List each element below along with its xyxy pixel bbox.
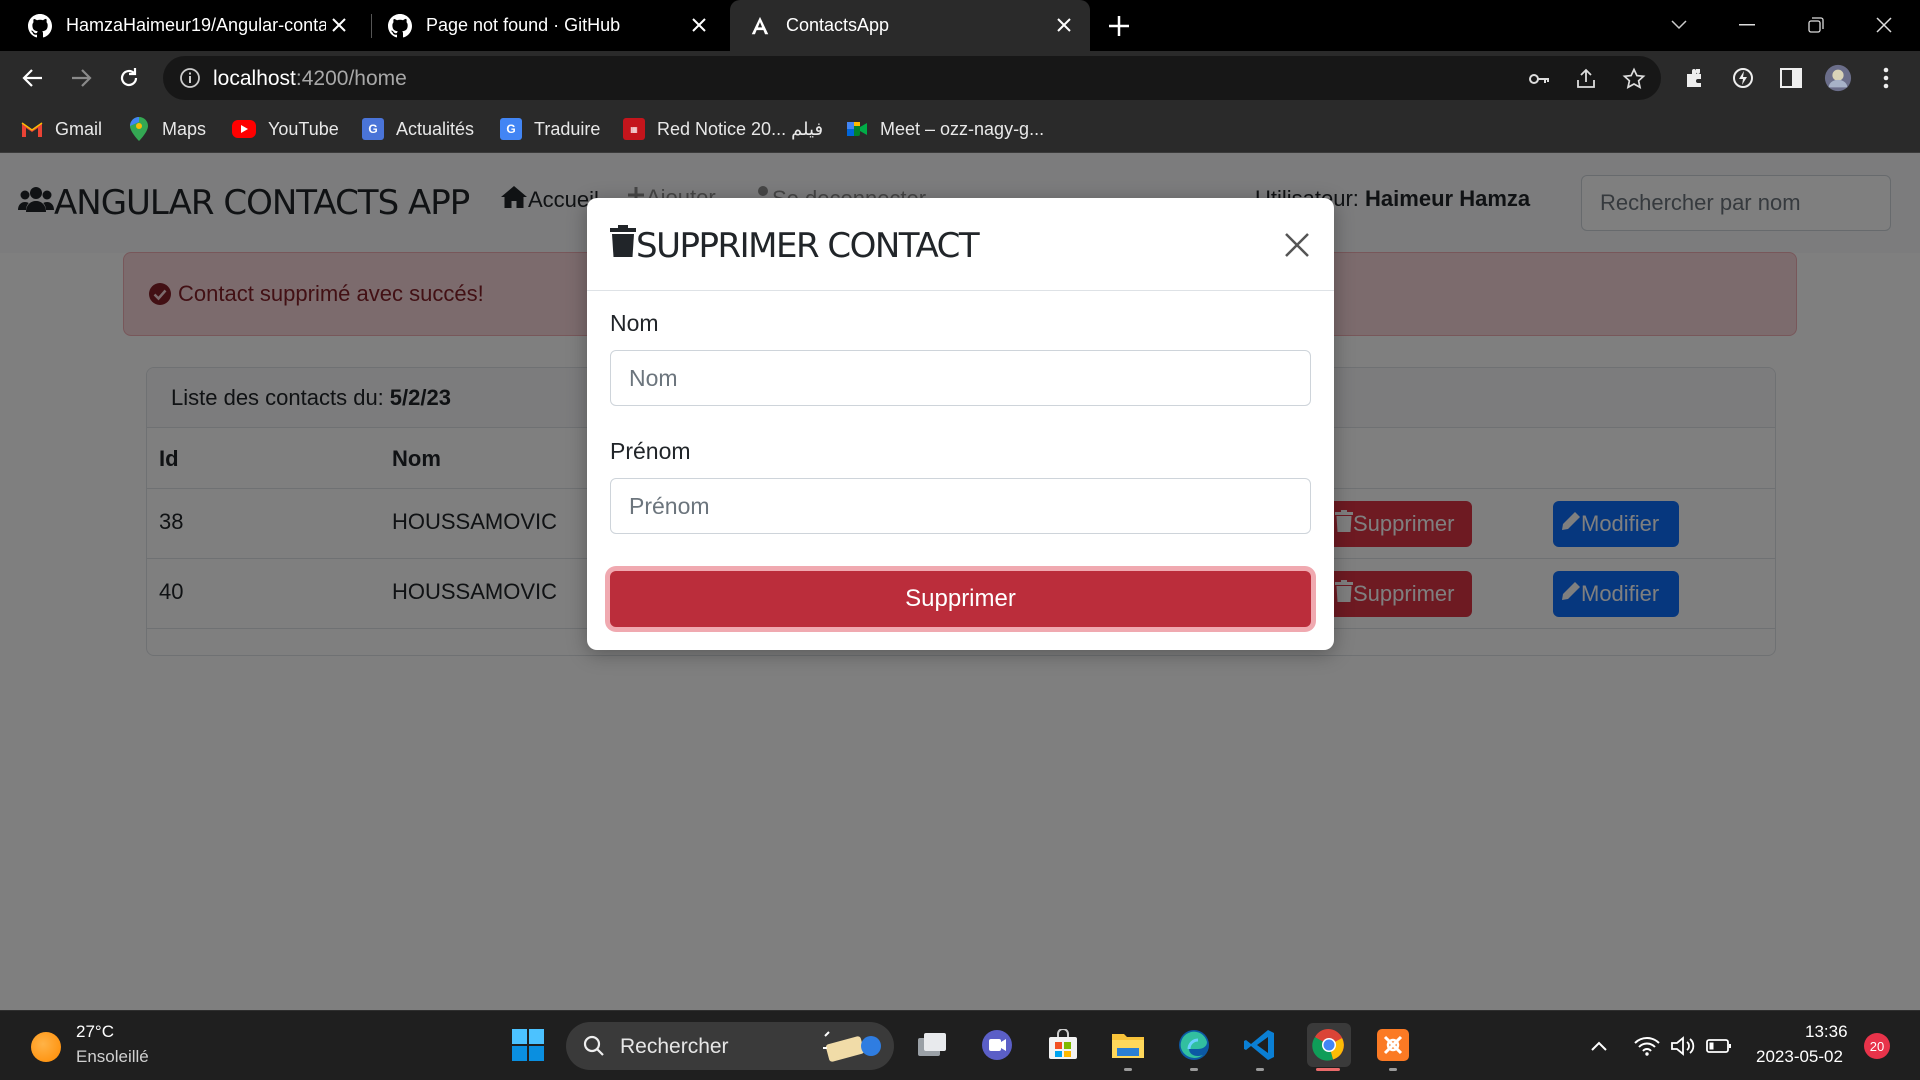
- bookmark-star-icon[interactable]: [1622, 67, 1646, 91]
- file-explorer-icon[interactable]: [1108, 1025, 1148, 1065]
- weather-description[interactable]: Ensoleillé: [76, 1047, 149, 1067]
- bookmark-gmail[interactable]: Gmail: [21, 115, 102, 143]
- extensions-icon[interactable]: [1681, 64, 1709, 92]
- bookmark-actualites[interactable]: G Actualités: [362, 115, 474, 143]
- profile-avatar[interactable]: [1824, 64, 1852, 92]
- browser-tab-strip: HamzaHaimeur19/Angular-conta Page not fo…: [0, 0, 1920, 51]
- task-view-icon[interactable]: [912, 1025, 952, 1065]
- youtube-icon: [232, 120, 256, 138]
- url-text: localhost:4200/home: [213, 67, 407, 90]
- github-icon: [388, 13, 412, 38]
- edge-icon[interactable]: [1174, 1025, 1214, 1065]
- restore-icon[interactable]: [1801, 10, 1831, 40]
- performance-icon[interactable]: [1729, 64, 1757, 92]
- clock-time[interactable]: 13:36: [1805, 1022, 1848, 1042]
- bookmark-red-notice[interactable]: ▦ Red Notice 20... فيلم: [623, 115, 823, 143]
- password-key-icon[interactable]: [1527, 67, 1551, 91]
- nom-field[interactable]: [610, 350, 1311, 406]
- tab-title: Page not found · GitHub: [426, 15, 621, 35]
- maps-icon: [128, 117, 150, 141]
- translate-icon: G: [500, 118, 522, 140]
- windows-taskbar: 27°C Ensoleillé Rechercher 13:36 2023-05…: [0, 1010, 1920, 1080]
- search-icon: [582, 1034, 606, 1058]
- browser-tab-contactsapp[interactable]: ContactsApp: [730, 0, 1090, 51]
- volume-icon[interactable]: [1670, 1033, 1696, 1059]
- teams-chat-icon[interactable]: [977, 1025, 1017, 1065]
- bookmark-meet[interactable]: Meet – ozz-nagy-g...: [846, 115, 1044, 143]
- sun-icon[interactable]: [31, 1032, 61, 1062]
- new-tab-button[interactable]: [1106, 13, 1132, 39]
- bookmark-traduire[interactable]: G Traduire: [500, 115, 600, 143]
- gmail-icon: [21, 118, 43, 140]
- notification-badge[interactable]: 20: [1864, 1033, 1890, 1059]
- delete-contact-modal: SUPPRIMER CONTACT Nom Prénom Supprimer: [587, 198, 1334, 650]
- back-arrow-icon[interactable]: [19, 64, 47, 92]
- microsoft-store-icon[interactable]: [1043, 1025, 1083, 1065]
- browser-tab-github-repo[interactable]: HamzaHaimeur19/Angular-conta: [0, 0, 365, 51]
- nom-label: Nom: [610, 310, 659, 336]
- angular-icon: [748, 14, 772, 38]
- running-indicator: [1124, 1068, 1132, 1071]
- forward-arrow-icon[interactable]: [67, 64, 95, 92]
- modal-header: SUPPRIMER CONTACT: [587, 198, 1334, 291]
- windows-start-icon[interactable]: [508, 1025, 548, 1065]
- clock-date[interactable]: 2023-05-02: [1756, 1047, 1843, 1067]
- vscode-icon[interactable]: [1240, 1025, 1280, 1065]
- bookmark-youtube[interactable]: YouTube: [232, 115, 339, 143]
- taskbar-search[interactable]: Rechercher: [566, 1022, 894, 1070]
- chevron-up-icon[interactable]: [1586, 1033, 1612, 1059]
- bookmarks-bar: Gmail Maps YouTube G Actualités G Tradui…: [0, 105, 1920, 153]
- github-icon: [28, 13, 52, 38]
- meet-icon: [846, 118, 868, 140]
- battery-icon[interactable]: [1706, 1033, 1732, 1059]
- modal-title: SUPPRIMER CONTACT: [610, 225, 980, 266]
- share-icon[interactable]: [1574, 67, 1598, 91]
- close-icon[interactable]: [687, 13, 711, 37]
- weather-temperature[interactable]: 27°C: [76, 1022, 114, 1042]
- prenom-label: Prénom: [610, 438, 691, 464]
- browser-toolbar: localhost:4200/home: [0, 51, 1920, 105]
- news-icon: G: [362, 118, 384, 140]
- search-highlight-icon: [821, 1028, 887, 1069]
- reload-icon[interactable]: [115, 64, 143, 92]
- close-icon[interactable]: [1282, 230, 1312, 260]
- side-panel-icon[interactable]: [1777, 64, 1805, 92]
- close-icon[interactable]: [327, 13, 351, 37]
- trash-icon: [610, 225, 636, 266]
- active-indicator: [1316, 1068, 1340, 1071]
- tab-search-icon[interactable]: [1664, 10, 1694, 40]
- wifi-icon[interactable]: [1634, 1033, 1660, 1059]
- tab-title: HamzaHaimeur19/Angular-conta: [66, 15, 326, 35]
- address-bar[interactable]: localhost:4200/home: [163, 56, 1661, 100]
- red-notice-icon: ▦: [623, 118, 645, 140]
- chrome-icon[interactable]: [1307, 1023, 1351, 1067]
- running-indicator: [1256, 1068, 1264, 1071]
- web-page: ANGULAR CONTACTS APP Accueil Ajouter Se …: [0, 153, 1920, 1010]
- bookmark-maps[interactable]: Maps: [128, 115, 206, 143]
- running-indicator: [1190, 1068, 1198, 1071]
- xampp-icon[interactable]: [1373, 1025, 1413, 1065]
- close-icon[interactable]: [1052, 13, 1076, 37]
- browser-tab-page-not-found[interactable]: Page not found · GitHub: [360, 0, 725, 51]
- close-window-icon[interactable]: [1869, 10, 1899, 40]
- prenom-field[interactable]: [610, 478, 1311, 534]
- site-info-icon[interactable]: [179, 67, 201, 89]
- confirm-delete-button[interactable]: Supprimer: [610, 571, 1311, 627]
- running-indicator: [1389, 1068, 1397, 1071]
- menu-kebab-icon[interactable]: [1872, 64, 1900, 92]
- minimize-icon[interactable]: [1732, 10, 1762, 40]
- tab-title: ContactsApp: [786, 15, 890, 35]
